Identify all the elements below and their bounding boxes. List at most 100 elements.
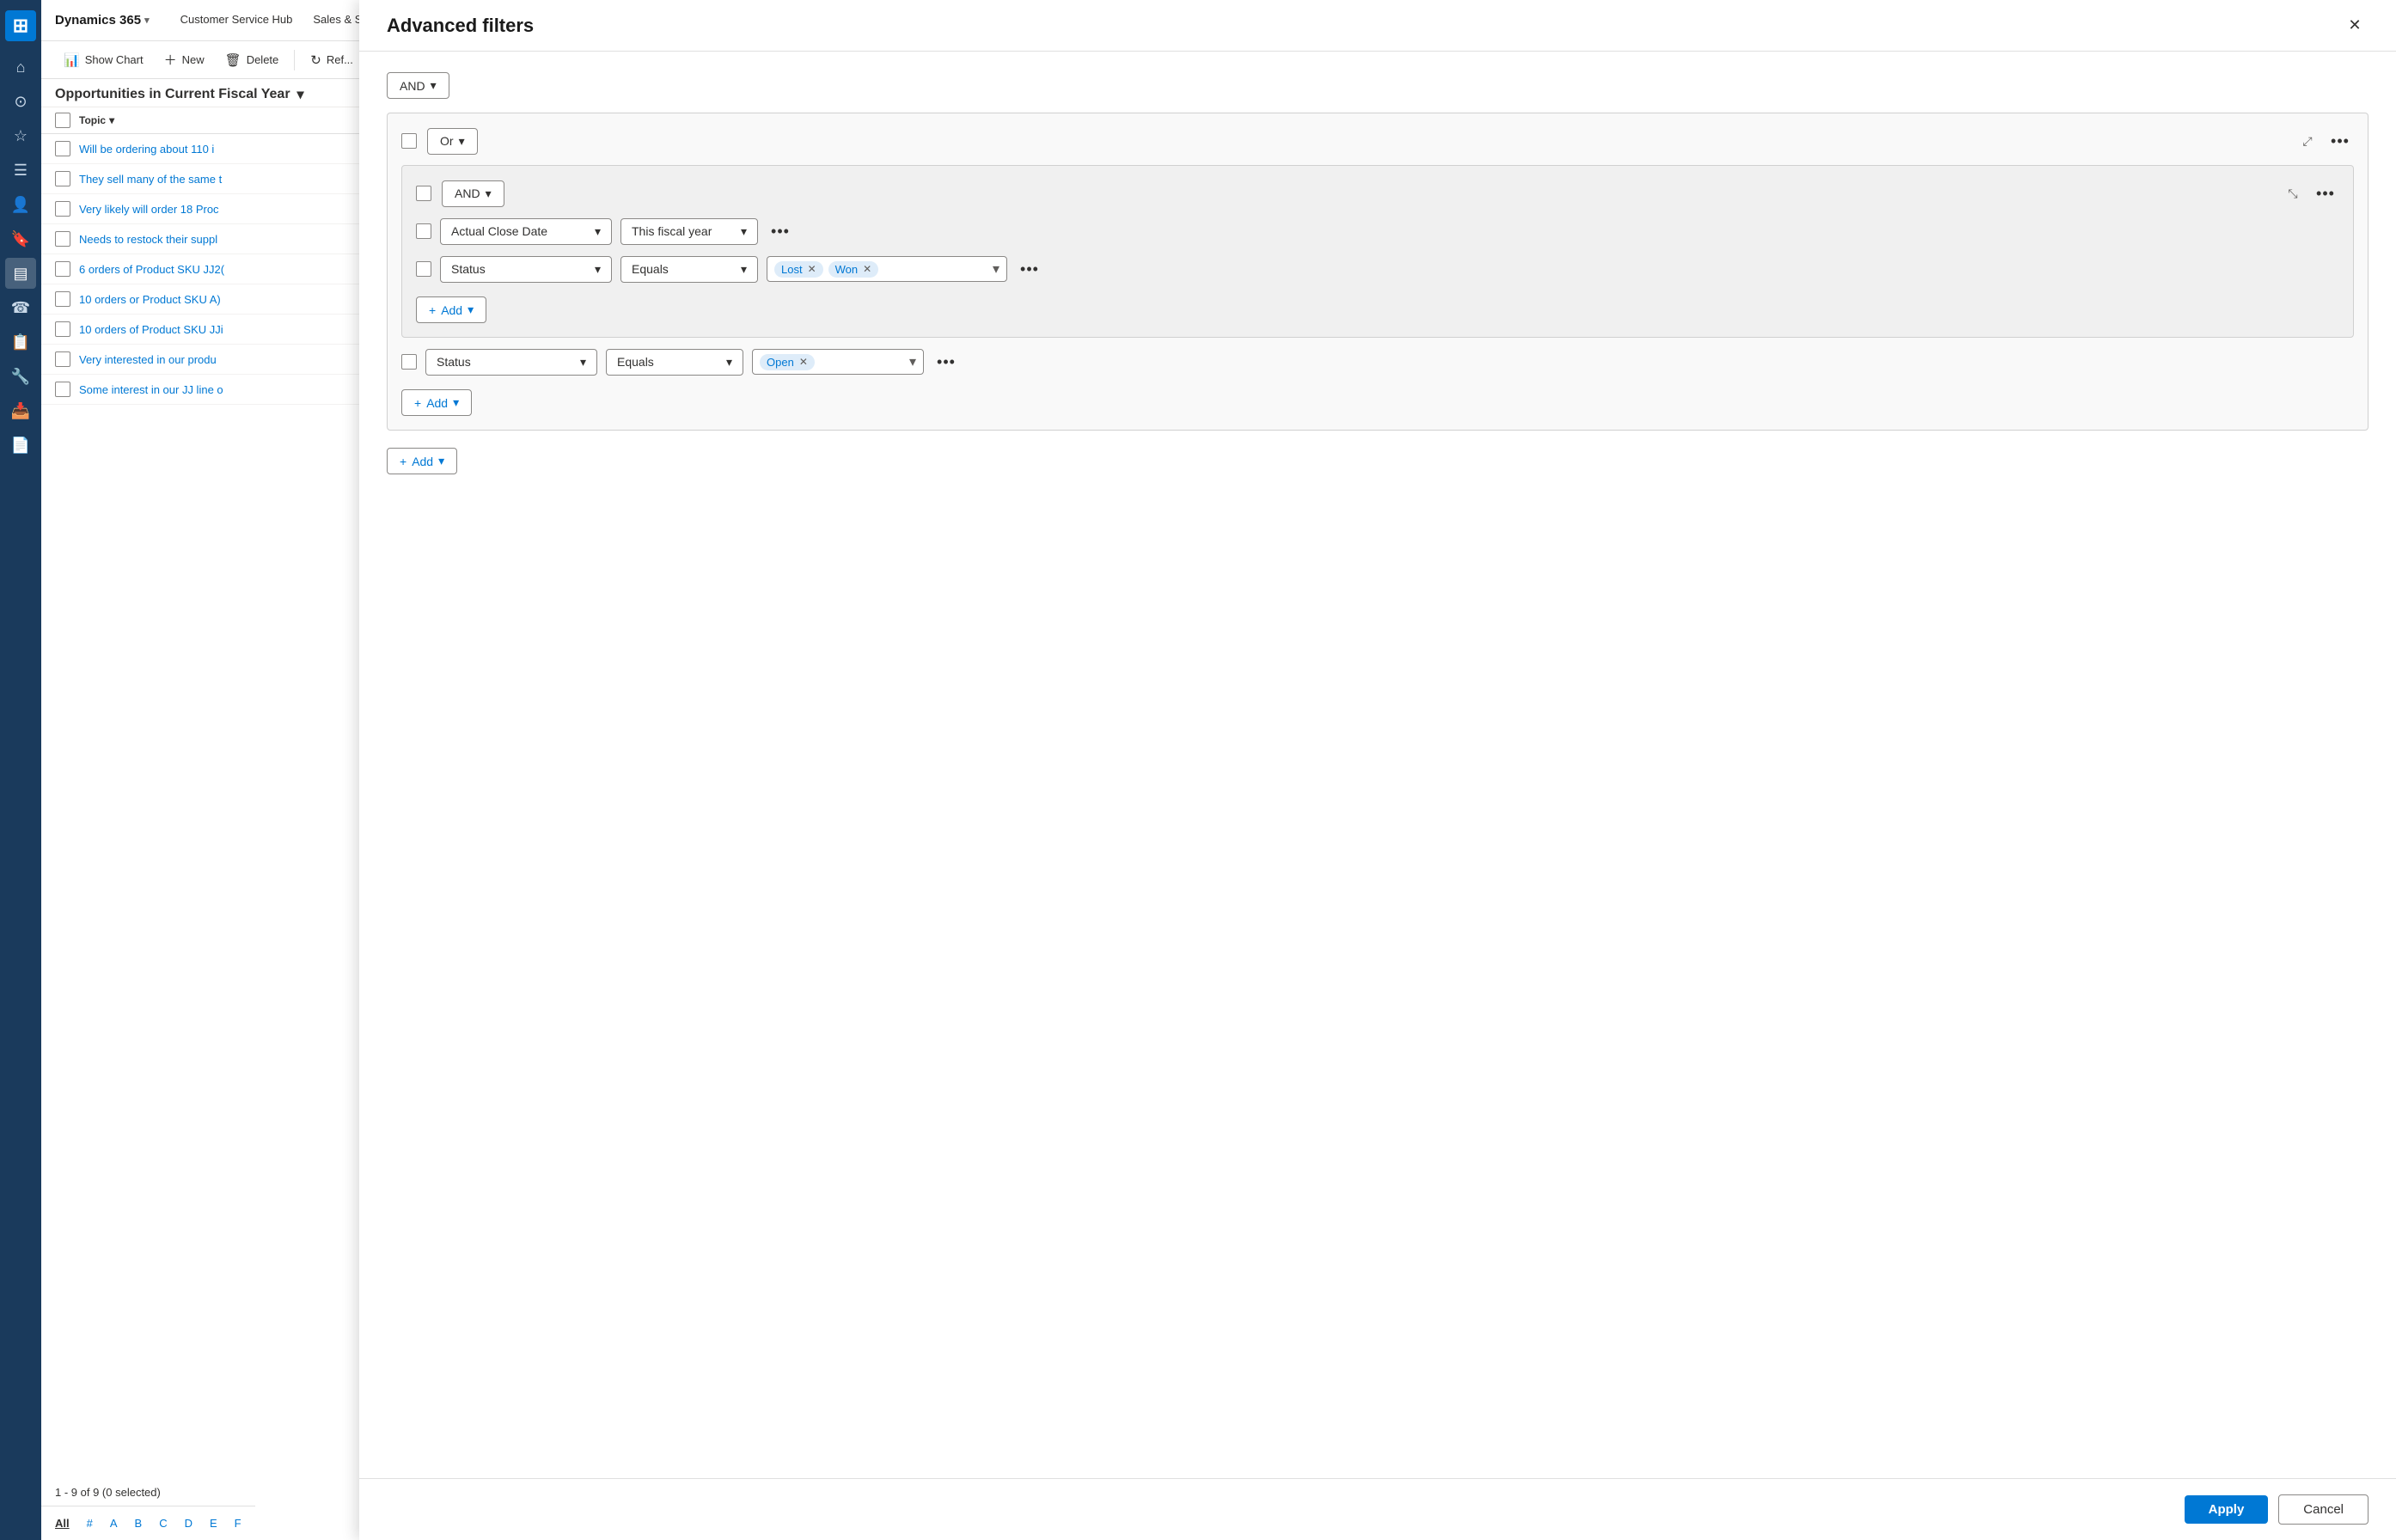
refresh-button[interactable]: ↻ Ref...	[302, 47, 362, 73]
cancel-button[interactable]: Cancel	[2278, 1494, 2368, 1525]
row-check[interactable]	[55, 171, 79, 186]
row-checkbox-6[interactable]	[55, 321, 70, 337]
row1-more-button[interactable]: •••	[767, 217, 794, 245]
row-check[interactable]	[55, 382, 79, 397]
row1-checkbox[interactable]	[416, 223, 431, 239]
row-check[interactable]	[55, 231, 79, 247]
outer-row-operator-select[interactable]: Equals ▾	[606, 349, 743, 376]
row2-field-label: Status	[451, 262, 486, 276]
alpha-E[interactable]: E	[203, 1513, 224, 1533]
outer-row-field-label: Status	[437, 355, 471, 369]
notes-icon[interactable]: ☰	[5, 155, 36, 186]
new-label: New	[182, 53, 205, 66]
row-check[interactable]	[55, 261, 79, 277]
filter-row-close-date: Actual Close Date ▾ This fiscal year ▾ •…	[416, 217, 2339, 245]
top-and-button[interactable]: AND ▾	[387, 72, 449, 99]
docs-icon[interactable]: 📄	[5, 430, 36, 461]
row2-field-select[interactable]: Status ▾	[440, 256, 612, 283]
outer-operator-label: Or	[440, 134, 454, 148]
pill-lost-label: Lost	[781, 263, 803, 276]
row-checkbox-5[interactable]	[55, 291, 70, 307]
inner-add-plus: +	[429, 303, 436, 317]
topic-sort-icon: ▾	[109, 114, 114, 126]
delete-button[interactable]: 🗑 Delete	[217, 47, 288, 73]
alpha-C[interactable]: C	[152, 1513, 174, 1533]
outer-more-button[interactable]: •••	[2326, 127, 2354, 155]
row-checkbox-7[interactable]	[55, 351, 70, 367]
outer-row-more-button[interactable]: •••	[932, 348, 960, 376]
outer-or-button[interactable]: Or ▾	[427, 128, 478, 155]
list-icon[interactable]: ▤	[5, 258, 36, 289]
row2-checkbox[interactable]	[416, 261, 431, 277]
nav-sidebar: ⊞ ⌂ ⊙ ☆ ☰ 👤 🔖 ▤ ☎ 📋 🔧 📥 📄	[0, 0, 41, 1540]
outer-row-checkbox[interactable]	[401, 354, 417, 370]
top-operator-chevron: ▾	[431, 78, 437, 93]
app-grid-icon[interactable]: ⊞	[5, 10, 36, 41]
pinned-icon[interactable]: ☆	[5, 120, 36, 151]
inner-expand-button[interactable]: ⤡	[2281, 181, 2305, 205]
recent-icon[interactable]: ⊙	[5, 86, 36, 117]
outer-group-checkbox[interactable]	[401, 133, 417, 149]
reports-icon[interactable]: 📋	[5, 327, 36, 358]
inbox-icon[interactable]: 📥	[5, 395, 36, 426]
list-title: Opportunities in Current Fiscal Year	[55, 87, 290, 102]
row2-operator-select[interactable]: Equals ▾	[620, 256, 758, 283]
header-checkbox[interactable]	[55, 113, 70, 128]
outer-row-field-select[interactable]: Status ▾	[425, 349, 597, 376]
inner-add-button[interactable]: + Add ▾	[416, 296, 486, 323]
check-all[interactable]	[55, 113, 79, 128]
panel-close-button[interactable]: ✕	[2341, 12, 2368, 40]
pill-won-label: Won	[835, 263, 859, 276]
outer-add-chevron: ▾	[453, 395, 459, 410]
customer-service-hub-link[interactable]: Customer Service Hub	[170, 0, 303, 41]
outer-expand-button[interactable]: ⤢	[2295, 129, 2320, 153]
row2-more-button[interactable]: •••	[1016, 255, 1043, 283]
pagination-text: 1 - 9 of 9 (0 selected)	[55, 1486, 161, 1499]
outer-row-operator-label: Equals	[617, 355, 654, 369]
alpha-D[interactable]: D	[178, 1513, 199, 1533]
row-checkbox-2[interactable]	[55, 201, 70, 217]
top-add-plus: +	[400, 455, 406, 468]
row-checkbox-4[interactable]	[55, 261, 70, 277]
bookmarks-icon[interactable]: 🔖	[5, 223, 36, 254]
phone-icon[interactable]: ☎	[5, 292, 36, 323]
row2-field-chevron: ▾	[595, 262, 601, 277]
contacts-icon[interactable]: 👤	[5, 189, 36, 220]
row-checkbox-0[interactable]	[55, 141, 70, 156]
alpha-B[interactable]: B	[128, 1513, 150, 1533]
tools-icon[interactable]: 🔧	[5, 361, 36, 392]
refresh-icon: ↻	[310, 52, 321, 68]
pill-lost-remove[interactable]: ✕	[808, 263, 816, 275]
top-operator-label: AND	[400, 79, 425, 93]
show-chart-button[interactable]: 📊 Show Chart	[55, 47, 152, 73]
row1-operator-select[interactable]: This fiscal year ▾	[620, 218, 758, 245]
top-add-button[interactable]: + Add ▾	[387, 448, 457, 474]
row-check[interactable]	[55, 321, 79, 337]
row-checkbox-8[interactable]	[55, 382, 70, 397]
pill-open-remove[interactable]: ✕	[799, 356, 808, 368]
outer-add-button[interactable]: + Add ▾	[401, 389, 472, 416]
alpha-All[interactable]: All	[48, 1513, 76, 1533]
pill-won-remove[interactable]: ✕	[863, 263, 871, 275]
row-check[interactable]	[55, 201, 79, 217]
row-check[interactable]	[55, 141, 79, 156]
alpha-#[interactable]: #	[80, 1513, 100, 1533]
row-checkbox-3[interactable]	[55, 231, 70, 247]
apply-button[interactable]: Apply	[2185, 1495, 2269, 1524]
outer-row-field-chevron: ▾	[580, 355, 586, 370]
new-button[interactable]: ＋ New	[156, 46, 213, 74]
inner-group-checkbox[interactable]	[416, 186, 431, 201]
row1-field-select[interactable]: Actual Close Date ▾	[440, 218, 612, 245]
inner-more-button[interactable]: •••	[2312, 180, 2339, 207]
inner-and-button[interactable]: AND ▾	[442, 180, 504, 207]
outer-group-header-right: ⤢ •••	[2295, 127, 2354, 155]
row-check[interactable]	[55, 291, 79, 307]
delete-icon: 🗑	[225, 52, 241, 68]
outer-row-values-container: Open ✕ ▾	[752, 349, 924, 375]
panel-title: Advanced filters	[387, 15, 534, 37]
row-check[interactable]	[55, 351, 79, 367]
alpha-A[interactable]: A	[103, 1513, 125, 1533]
home-icon[interactable]: ⌂	[5, 52, 36, 82]
row-checkbox-1[interactable]	[55, 171, 70, 186]
alpha-F[interactable]: F	[228, 1513, 248, 1533]
